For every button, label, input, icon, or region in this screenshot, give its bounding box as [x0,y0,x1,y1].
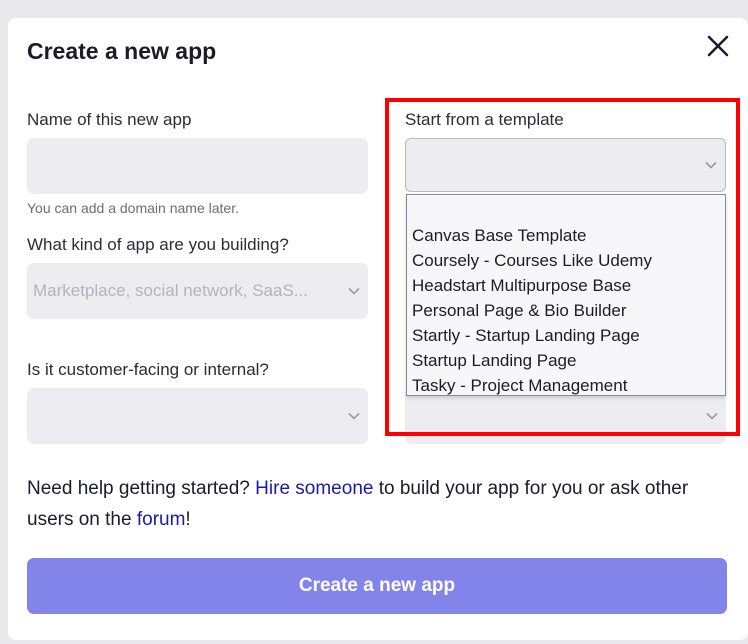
template-option[interactable]: Tasky - Project Management [407,373,725,398]
chevron-down-icon [348,412,360,420]
help-suffix: ! [185,509,191,530]
help-text: Need help getting started? Hire someone … [27,473,727,535]
audience-select[interactable] [27,388,368,444]
create-app-modal: Create a new app Name of this new app Yo… [8,18,748,640]
template-dropdown-list: Canvas Base Template Coursely - Courses … [406,194,726,396]
name-hint: You can add a domain name later. [27,200,239,216]
template-option[interactable]: Canvas Base Template [407,223,725,248]
template-option[interactable]: Startly - Startup Landing Page [407,323,725,348]
template-option[interactable]: Startup Landing Page [407,348,725,373]
close-icon[interactable] [705,33,731,59]
template-option[interactable]: Headstart Multipurpose Base [407,273,725,298]
template-option[interactable]: Coursely - Courses Like Udemy [407,248,725,273]
template-option[interactable]: Personal Page & Bio Builder [407,298,725,323]
template-label: Start from a template [405,110,564,129]
app-kind-select[interactable]: Marketplace, social network, SaaS... [27,263,368,319]
hire-someone-link[interactable]: Hire someone [255,478,373,499]
app-kind-placeholder: Marketplace, social network, SaaS... [33,281,308,300]
template-select[interactable] [405,138,726,192]
chevron-down-icon [706,412,718,420]
app-name-input[interactable] [27,138,368,194]
chevron-down-icon [348,287,360,295]
forum-link[interactable]: forum [137,509,186,530]
modal-title: Create a new app [27,38,217,64]
kind-label: What kind of app are you building? [27,235,289,254]
help-prefix: Need help getting started? [27,478,256,499]
chevron-down-icon [705,161,717,169]
create-app-button[interactable]: Create a new app [27,558,727,614]
name-label: Name of this new app [27,110,192,129]
audience-label: Is it customer-facing or internal? [27,360,269,379]
